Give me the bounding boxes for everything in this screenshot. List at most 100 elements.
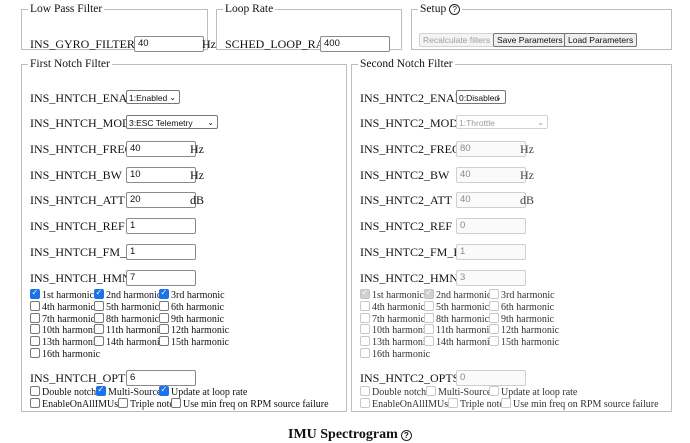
second-harmonic-checkbox[interactable]: 1st harmonic — [360, 287, 424, 301]
second-harmonic-box[interactable] — [360, 336, 370, 347]
second-option-checkbox[interactable]: Use min freq on RPM source failure — [501, 398, 659, 410]
first-mode-select[interactable]: 3:ESC Telemetry ⌄ — [126, 115, 218, 129]
second-harmonic-box[interactable] — [424, 324, 434, 335]
first-harmonic-box[interactable] — [94, 287, 104, 299]
first-enable-select[interactable]: 1:Enabled ⌄ — [126, 90, 180, 104]
first-harmonic-box[interactable] — [30, 336, 40, 347]
second-harmonic-box[interactable] — [360, 312, 370, 323]
first-harmonic-checkbox[interactable]: 9th harmonic — [159, 312, 224, 325]
second-option-box[interactable] — [360, 398, 370, 408]
second-harmonic-box[interactable] — [424, 312, 434, 323]
first-harmonic-box[interactable] — [30, 300, 40, 311]
second-harmonic-checkbox[interactable]: 12th harmonic — [489, 324, 559, 336]
first-option-checkbox[interactable]: Triple notch — [118, 398, 179, 410]
first-harmonic-checkbox[interactable]: 13th harmonic — [30, 336, 100, 348]
first-harmonic-box[interactable] — [30, 348, 40, 358]
second-option-box[interactable] — [501, 398, 511, 408]
first-harmonic-checkbox[interactable]: 2nd harmonic — [94, 287, 161, 301]
second-harmonic-box[interactable] — [424, 287, 434, 299]
first-option-checkbox[interactable]: EnableOnAllIMUs — [30, 398, 118, 410]
second-harmonic-checkbox[interactable]: 5th harmonic — [424, 300, 489, 313]
first-hmncs-input[interactable]: 7 — [126, 270, 196, 286]
first-option-box[interactable] — [96, 384, 106, 396]
second-enable-select[interactable]: 0:Disabled ⌄ — [456, 90, 506, 104]
second-harmonic-box[interactable] — [489, 300, 499, 311]
first-harmonic-box[interactable] — [94, 300, 104, 311]
first-harmonic-box[interactable] — [94, 324, 104, 335]
second-option-checkbox[interactable]: Double notch — [360, 386, 426, 398]
load-parameters-button[interactable]: Load Parameters — [564, 33, 638, 47]
second-harmonic-checkbox[interactable]: 11th harmonic — [424, 324, 494, 336]
second-harmonic-checkbox[interactable]: 4th harmonic — [360, 300, 425, 313]
second-option-checkbox[interactable]: Triple notch — [448, 398, 509, 410]
second-option-box[interactable] — [426, 386, 436, 396]
second-option-checkbox[interactable]: EnableOnAllIMUs — [360, 398, 448, 410]
first-freq-input[interactable]: 40 — [126, 141, 196, 157]
first-harmonic-box[interactable] — [159, 312, 169, 323]
second-harmonic-box[interactable] — [360, 324, 370, 335]
first-harmonic-checkbox[interactable]: 10th harmonic — [30, 324, 100, 336]
second-harmonic-checkbox[interactable]: 2nd harmonic — [424, 287, 491, 301]
first-harmonic-box[interactable] — [94, 336, 104, 347]
help-icon[interactable]: ? — [400, 430, 412, 441]
first-harmonic-checkbox[interactable]: 6th harmonic — [159, 300, 224, 313]
first-harmonic-checkbox[interactable]: 14th harmonic — [94, 336, 164, 348]
first-option-checkbox[interactable]: Multi-Source — [96, 384, 161, 398]
first-harmonic-box[interactable] — [30, 324, 40, 335]
first-harmonic-box[interactable] — [159, 324, 169, 335]
second-option-box[interactable] — [489, 386, 499, 396]
second-harmonic-checkbox[interactable]: 15th harmonic — [489, 336, 559, 348]
second-harmonic-box[interactable] — [424, 300, 434, 311]
first-harmonic-box[interactable] — [94, 312, 104, 323]
first-harmonic-checkbox[interactable]: 5th harmonic — [94, 300, 159, 313]
first-harmonic-box[interactable] — [159, 287, 169, 299]
first-harmonic-box[interactable] — [159, 300, 169, 311]
second-harmonic-box[interactable] — [489, 336, 499, 347]
first-harmonic-checkbox[interactable]: 4th harmonic — [30, 300, 95, 313]
help-icon[interactable]: ? — [449, 4, 461, 15]
first-option-box[interactable] — [171, 398, 181, 408]
second-mode-select[interactable]: 1:Throttle ⌄ — [456, 115, 548, 129]
second-harmonic-box[interactable] — [360, 287, 370, 299]
second-harmonic-checkbox[interactable]: 3rd harmonic — [489, 289, 555, 301]
second-bw-input[interactable]: 40 — [456, 167, 526, 183]
second-harmonic-checkbox[interactable]: 14th harmonic — [424, 336, 494, 348]
second-harmonic-checkbox[interactable]: 16th harmonic — [360, 348, 430, 360]
second-ref-input[interactable]: 0 — [456, 218, 526, 234]
first-harmonic-checkbox[interactable]: 1st harmonic — [30, 287, 94, 301]
first-ref-input[interactable]: 1 — [126, 218, 196, 234]
second-harmonic-box[interactable] — [489, 312, 499, 323]
second-harmonic-box[interactable] — [360, 300, 370, 311]
second-harmonic-box[interactable] — [424, 336, 434, 347]
second-option-checkbox[interactable]: Update at loop rate — [489, 386, 577, 398]
second-hmncs-input[interactable]: 3 — [456, 270, 526, 286]
first-option-checkbox[interactable]: Use min freq on RPM source failure — [171, 398, 329, 410]
first-option-box[interactable] — [118, 398, 128, 408]
first-harmonic-checkbox[interactable]: 11th harmonic — [94, 324, 164, 336]
first-harmonic-checkbox[interactable]: 8th harmonic — [94, 312, 159, 325]
second-harmonic-checkbox[interactable]: 9th harmonic — [489, 312, 554, 325]
recalculate-filters-button[interactable]: Recalculate filters — [419, 33, 495, 47]
second-option-box[interactable] — [360, 386, 370, 396]
first-harmonic-checkbox[interactable]: 3rd harmonic — [159, 287, 225, 301]
first-harmonic-box[interactable] — [30, 287, 40, 299]
second-harmonic-checkbox[interactable]: 8th harmonic — [424, 312, 489, 325]
second-opts-input[interactable]: 0 — [456, 370, 526, 386]
second-harmonic-box[interactable] — [489, 289, 499, 299]
second-harmonic-checkbox[interactable]: 6th harmonic — [489, 300, 554, 313]
first-harmonic-box[interactable] — [30, 312, 40, 323]
second-fm-rat-input[interactable]: 1 — [456, 244, 526, 260]
first-option-box[interactable] — [159, 384, 169, 396]
second-freq-input[interactable]: 80 — [456, 141, 526, 157]
save-parameters-button[interactable]: Save Parameters — [493, 33, 567, 47]
first-att-input[interactable]: 20 — [126, 192, 196, 208]
sched-loop-rate-input[interactable]: 400 — [320, 36, 390, 52]
second-harmonic-box[interactable] — [489, 324, 499, 335]
first-option-box[interactable] — [30, 386, 40, 396]
first-option-box[interactable] — [30, 398, 40, 408]
second-harmonic-checkbox[interactable]: 7th harmonic — [360, 312, 425, 325]
ins-gyro-filter-input[interactable]: 40 — [134, 36, 204, 52]
first-option-checkbox[interactable]: Update at loop rate — [159, 384, 247, 398]
first-option-checkbox[interactable]: Double notch — [30, 386, 96, 398]
second-option-box[interactable] — [448, 398, 458, 408]
